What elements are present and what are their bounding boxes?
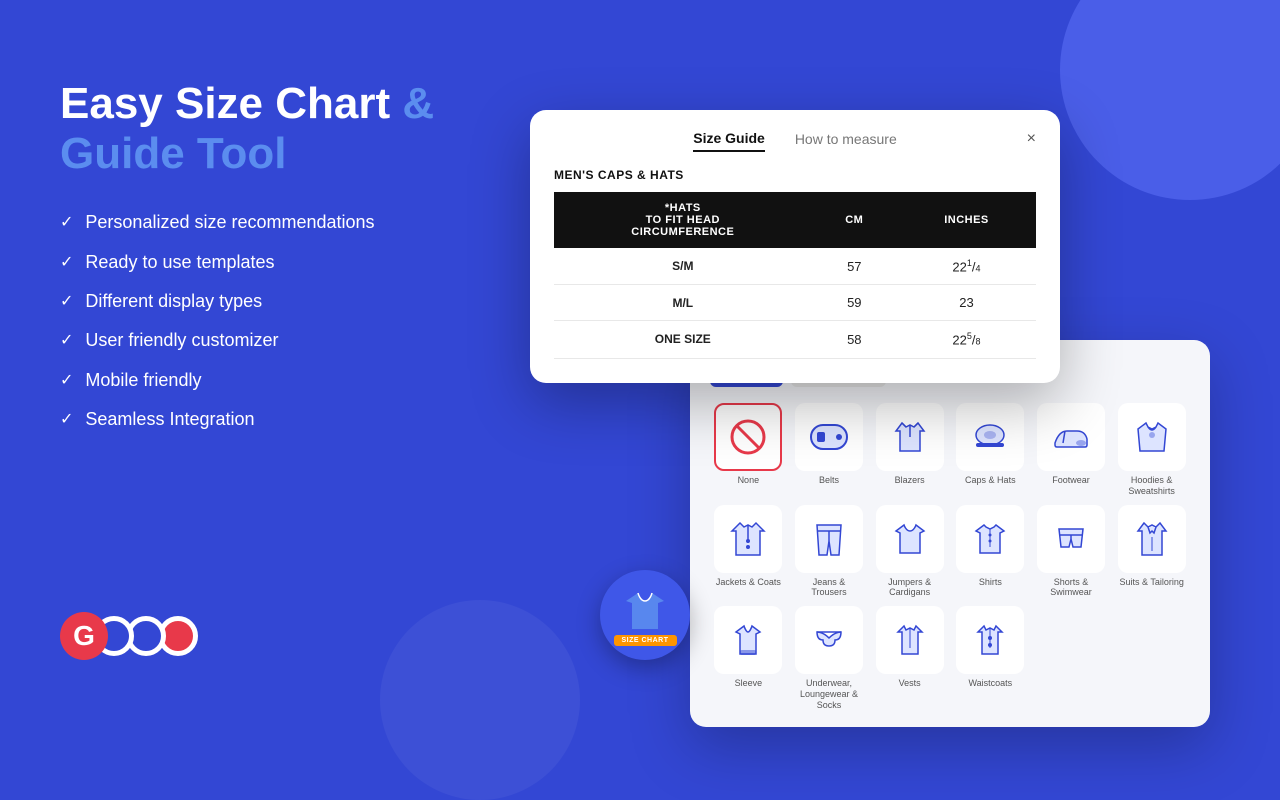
- features-list: ✓Personalized size recommendations ✓Ready…: [60, 211, 510, 431]
- category-jeans[interactable]: Jeans & Trousers: [791, 505, 868, 599]
- category-footwear-label: Footwear: [1052, 475, 1090, 486]
- table-header-hat: *HATSTO FIT HEADCIRCUMFERENCE: [554, 192, 812, 248]
- tab-how-to-measure[interactable]: How to measure: [795, 131, 897, 151]
- check-icon: ✓: [60, 213, 73, 234]
- table-row: M/L 59 23: [554, 285, 1036, 321]
- size-onesize: ONE SIZE: [554, 321, 812, 358]
- floating-badge-inner: SIZE CHART: [614, 585, 677, 646]
- table-row: ONE SIZE 58 225/8: [554, 321, 1036, 358]
- category-caps[interactable]: Caps & Hats: [952, 403, 1029, 497]
- category-jeans-label: Jeans & Trousers: [795, 577, 863, 599]
- floating-badge: SIZE CHART: [600, 570, 690, 660]
- feature-item: ✓Seamless Integration: [60, 408, 510, 431]
- cm-58: 58: [812, 321, 897, 358]
- category-jackets-label: Jackets & Coats: [716, 577, 781, 588]
- category-suits-label: Suits & Tailoring: [1119, 577, 1183, 588]
- category-blazers[interactable]: Blazers: [871, 403, 948, 497]
- inches-23: 23: [897, 285, 1036, 321]
- category-shirts[interactable]: Shirts: [952, 505, 1029, 599]
- category-underwear-label: Underwear, Loungewear & Socks: [795, 678, 863, 710]
- size-ml: M/L: [554, 285, 812, 321]
- table-header-cm: CM: [812, 192, 897, 248]
- category-none[interactable]: None: [710, 403, 787, 497]
- category-waistcoats[interactable]: Waistcoats: [952, 606, 1029, 710]
- category-hoodies[interactable]: Hoodies & Sweatshirts: [1113, 403, 1190, 497]
- size-guide-modal: Size Guide How to measure × MEN'S CAPS &…: [530, 110, 1060, 383]
- category-hoodies-label: Hoodies & Sweatshirts: [1118, 475, 1186, 497]
- category-underwear[interactable]: Underwear, Loungewear & Socks: [791, 606, 868, 710]
- category-suits[interactable]: Suits & Tailoring: [1113, 505, 1190, 599]
- left-panel: Easy Size Chart & Guide Tool ✓Personaliz…: [60, 80, 510, 448]
- category-caps-label: Caps & Hats: [965, 475, 1016, 486]
- badge-strip: SIZE CHART: [614, 635, 677, 646]
- category-panel: MEN WOMEN None: [690, 340, 1210, 727]
- size-table: *HATSTO FIT HEADCIRCUMFERENCE CM INCHES …: [554, 192, 1036, 359]
- logo: G: [60, 612, 198, 660]
- modal-header: Size Guide How to measure ×: [554, 130, 1036, 152]
- check-icon: ✓: [60, 410, 73, 431]
- category-shorts-label: Shorts & Swimwear: [1037, 577, 1105, 599]
- category-waistcoats-label: Waistcoats: [968, 678, 1012, 689]
- category-sleeve-label: Sleeve: [735, 678, 763, 689]
- check-icon: ✓: [60, 292, 73, 313]
- shirt-icon: [618, 585, 672, 639]
- logo-letter: G: [60, 612, 108, 660]
- logo-circles: [102, 616, 198, 656]
- inches-22-quarter: 221/4: [897, 248, 1036, 285]
- title-line2: Guide Tool: [60, 128, 510, 181]
- category-belts-label: Belts: [819, 475, 839, 486]
- check-icon: ✓: [60, 371, 73, 392]
- category-shorts[interactable]: Shorts & Swimwear: [1033, 505, 1110, 599]
- feature-item: ✓Ready to use templates: [60, 251, 510, 274]
- feature-item: ✓User friendly customizer: [60, 329, 510, 352]
- cm-57: 57: [812, 248, 897, 285]
- category-none-label: None: [738, 475, 760, 486]
- check-icon: ✓: [60, 331, 73, 352]
- category-vests[interactable]: Vests: [871, 606, 948, 710]
- title-amp: &: [402, 79, 434, 128]
- feature-item: ✓Personalized size recommendations: [60, 211, 510, 234]
- category-belts[interactable]: Belts: [791, 403, 868, 497]
- check-icon: ✓: [60, 253, 73, 274]
- title-text-plain: Easy Size Chart: [60, 79, 390, 128]
- cm-59: 59: [812, 285, 897, 321]
- table-header-inches: INCHES: [897, 192, 1036, 248]
- category-sleeve[interactable]: Sleeve: [710, 606, 787, 710]
- inches-22-frac: 225/8: [897, 321, 1036, 358]
- modal-subtitle: MEN'S CAPS & HATS: [554, 168, 1036, 182]
- feature-item: ✓Mobile friendly: [60, 369, 510, 392]
- category-blazers-label: Blazers: [895, 475, 925, 486]
- right-panel: Size Guide How to measure × MEN'S CAPS &…: [480, 0, 1280, 720]
- modal-close-button[interactable]: ×: [1027, 130, 1036, 148]
- category-vests-label: Vests: [899, 678, 921, 689]
- category-jumpers[interactable]: Jumpers & Cardigans: [871, 505, 948, 599]
- table-row: S/M 57 221/4: [554, 248, 1036, 285]
- size-sm: S/M: [554, 248, 812, 285]
- category-shirts-label: Shirts: [979, 577, 1002, 588]
- category-jackets[interactable]: Jackets & Coats: [710, 505, 787, 599]
- category-footwear[interactable]: Footwear: [1033, 403, 1110, 497]
- feature-item: ✓Different display types: [60, 290, 510, 313]
- category-jumpers-label: Jumpers & Cardigans: [876, 577, 944, 599]
- tab-size-guide[interactable]: Size Guide: [693, 130, 765, 152]
- category-grid: None Belts: [710, 403, 1190, 711]
- title-line1: Easy Size Chart &: [60, 80, 510, 128]
